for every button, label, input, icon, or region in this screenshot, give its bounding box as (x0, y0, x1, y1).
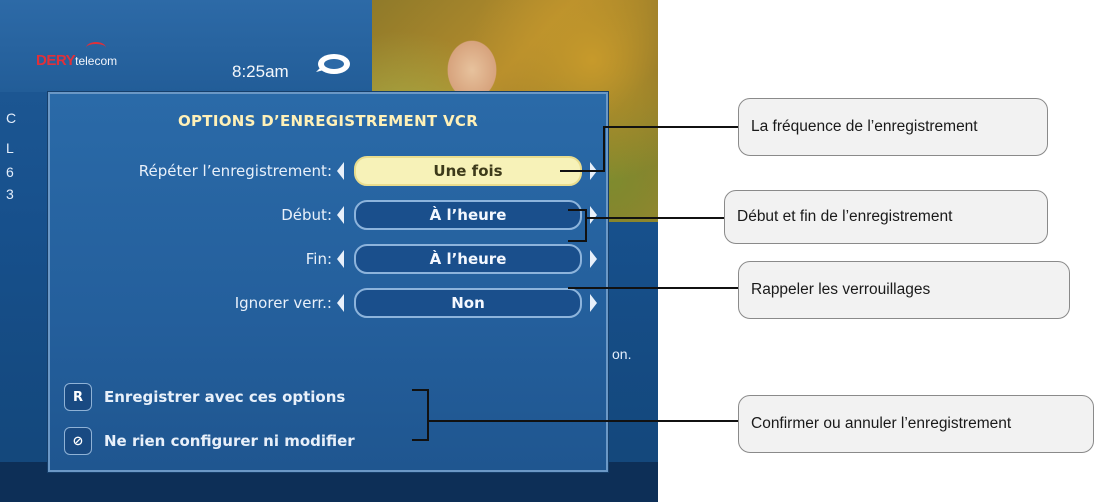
connector-line (560, 126, 740, 172)
callout-locks: Rappeler les verrouillages (738, 261, 1070, 319)
callout-frequency: La fréquence de l’enregistrement (738, 98, 1048, 156)
callout-start-end: Début et fin de l’enregistrement (724, 190, 1048, 244)
callout-confirm-cancel: Confirmer ou annuler l’enregistrement (738, 395, 1094, 453)
connector-line (412, 389, 429, 441)
connector-line (568, 209, 587, 242)
